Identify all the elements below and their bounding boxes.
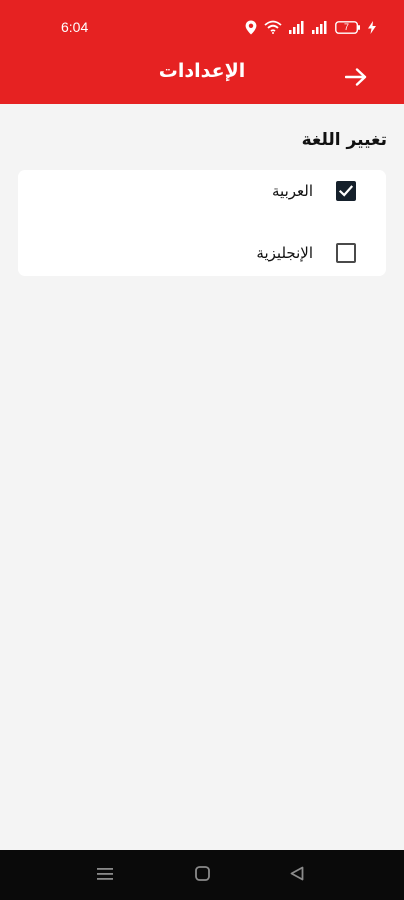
arrow-right-icon <box>344 68 367 90</box>
signal-icon <box>289 20 305 34</box>
back-button[interactable] <box>338 61 374 97</box>
menu-icon <box>97 866 113 885</box>
language-option-arabic[interactable]: العربية <box>18 174 386 210</box>
check-icon <box>338 185 354 197</box>
status-icons: 7 <box>245 18 376 36</box>
battery-level: 7 <box>343 21 349 32</box>
language-option-label: العربية <box>272 182 313 200</box>
home-icon <box>194 865 210 885</box>
language-section-title: تغيير اللغة <box>301 130 387 150</box>
charging-icon <box>368 20 376 34</box>
english-checkbox[interactable] <box>336 243 356 263</box>
back-icon <box>290 866 304 885</box>
location-icon <box>245 20 257 35</box>
wifi-icon <box>264 20 282 34</box>
status-bar: 6:04 7 <box>0 0 404 52</box>
language-option-label: الإنجليزية <box>256 244 313 262</box>
language-option-english[interactable]: الإنجليزية <box>18 236 386 272</box>
settings-content: تغيير اللغة العربية الإنجليزية <box>0 104 404 850</box>
home-button[interactable] <box>189 862 215 888</box>
app-bar: الإعدادات <box>0 52 404 104</box>
battery-icon: 7 <box>335 20 361 34</box>
language-options-card: العربية الإنجليزية <box>18 170 386 276</box>
system-nav-bar <box>0 850 404 900</box>
status-time: 6:04 <box>61 19 89 35</box>
arabic-checkbox[interactable] <box>336 181 356 201</box>
signal-icon <box>312 20 328 34</box>
system-back-button[interactable] <box>284 862 310 888</box>
recent-apps-button[interactable] <box>92 862 118 888</box>
